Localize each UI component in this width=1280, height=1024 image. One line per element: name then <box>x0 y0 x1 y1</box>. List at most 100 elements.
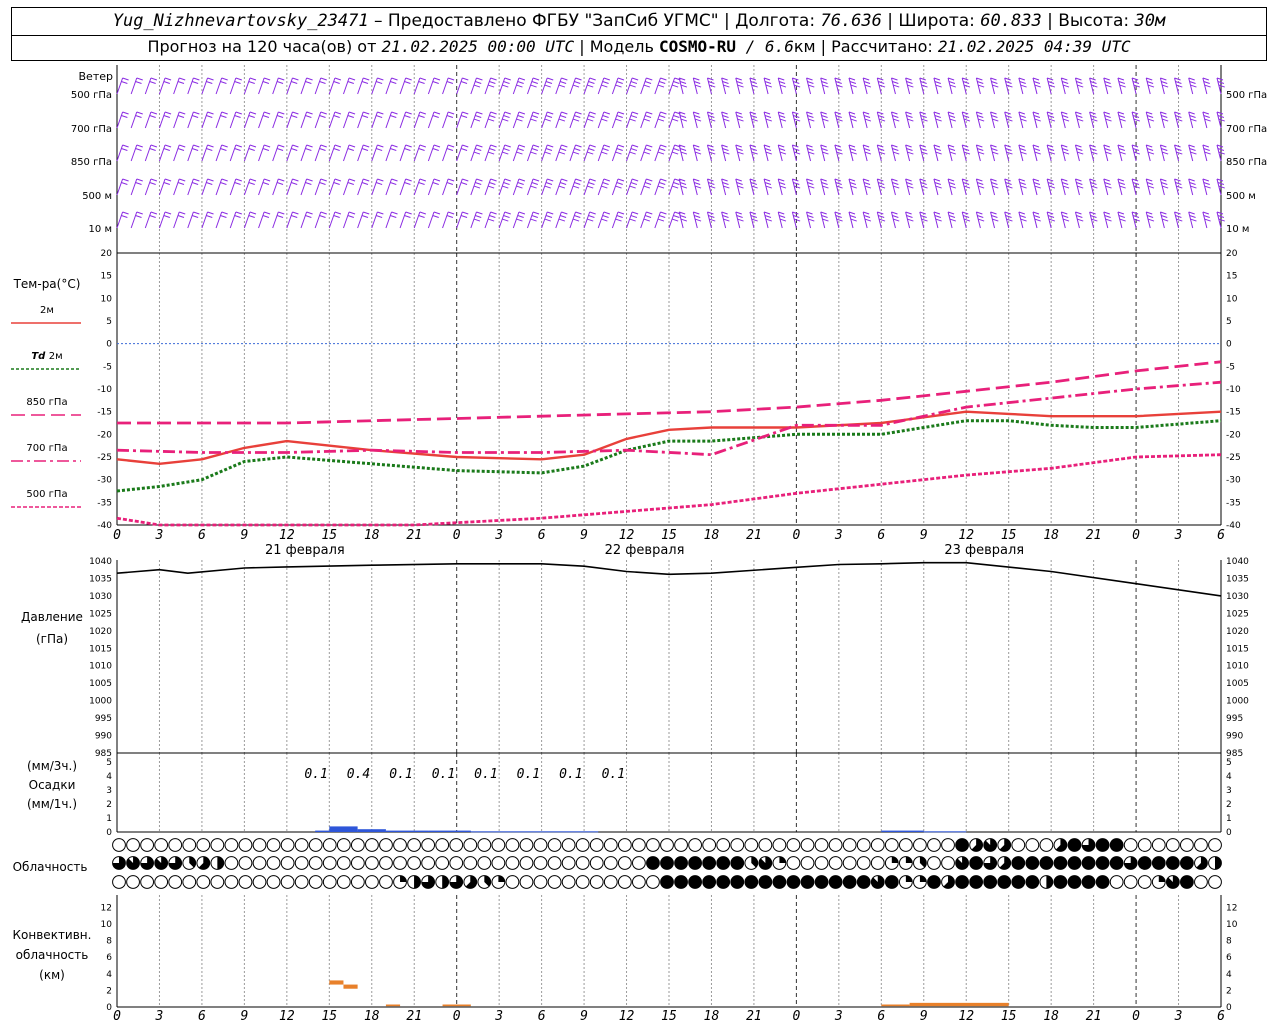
cloud-cover-icon <box>196 875 211 889</box>
wind-barb-icon <box>654 77 667 95</box>
cloud-cover-icon <box>407 838 421 852</box>
cloudiness-panel: Облачность <box>13 838 1222 889</box>
wind-barb-icon <box>668 178 681 196</box>
cloud-cover-icon <box>224 838 239 852</box>
hour-label-bottom: 21 <box>746 1009 762 1024</box>
cloud-cover-icon <box>997 875 1012 889</box>
cloud-cover-icon <box>870 838 885 852</box>
cloud-cover-icon <box>884 838 899 852</box>
wind-barb-icon <box>611 77 625 95</box>
wind-barb-icon <box>735 111 744 129</box>
cloud-cover-icon <box>238 856 253 870</box>
cloud-cover-icon <box>772 838 787 852</box>
wind-barb-icon <box>413 178 426 196</box>
wind-barb-icon <box>512 178 526 196</box>
temp-tick-left: -15 <box>97 408 112 418</box>
pressure-tick-right: 1000 <box>1226 697 1249 707</box>
cloud-cover-icon <box>955 838 969 852</box>
wind-barb-icon <box>484 111 497 129</box>
cloud-cover-icon <box>1095 856 1110 870</box>
wind-barb-icon <box>1202 144 1211 162</box>
cloud-cover-icon <box>196 856 211 870</box>
wind-barb-icon <box>187 111 200 129</box>
cloud-cover-icon <box>941 838 955 852</box>
cloud-cover-icon <box>898 856 913 870</box>
conv-tick-right: 0 <box>1226 1003 1232 1013</box>
wind-barb-icon <box>668 144 681 162</box>
wind-barb-icon <box>1103 77 1112 95</box>
precip-bar <box>428 830 471 832</box>
wind-barb-icon <box>158 211 172 229</box>
wind-barb-icon <box>158 178 172 196</box>
cloud-cover-icon <box>856 875 871 889</box>
wind-barb-icon <box>116 77 129 95</box>
wind-barb-icon <box>541 144 554 162</box>
wind-barb-icon <box>611 111 625 129</box>
precip-bar <box>385 830 429 832</box>
wind-barb-icon <box>229 211 242 229</box>
cloud-cover-icon <box>589 838 604 852</box>
hour-label: 18 <box>704 528 720 543</box>
wind-barb-icon <box>1103 111 1112 129</box>
wind-barb-icon <box>1103 211 1112 229</box>
cloud-cover-icon <box>393 856 407 870</box>
hour-label: 18 <box>364 528 380 543</box>
pressure-tick-right: 1025 <box>1226 609 1249 619</box>
wind-barb-icon <box>583 178 596 196</box>
wind-barb-icon <box>555 77 568 95</box>
day-label: 22 февраля <box>605 543 685 558</box>
conv-bar <box>442 1004 471 1007</box>
hour-label: 0 <box>453 528 461 543</box>
precip-label-3h: (мм/3ч.) <box>27 759 77 773</box>
precip-tick-right: 0 <box>1226 828 1232 838</box>
wind-barb-icon <box>862 77 872 95</box>
cloud-cover-icon <box>1081 838 1096 852</box>
cloud-cover-icon <box>913 838 927 852</box>
pressure-tick-right: 1040 <box>1226 557 1249 567</box>
hour-label: 15 <box>1001 528 1017 543</box>
cloud-cover-icon <box>997 838 1012 852</box>
wind-barb-icon <box>692 178 702 196</box>
cloud-cover-icon <box>533 838 548 852</box>
wind-barb-icon <box>1004 144 1013 162</box>
wind-level-label-right: 500 м <box>1226 191 1256 202</box>
wind-barb-icon <box>1188 77 1197 95</box>
cloud-cover-icon <box>1025 856 1040 870</box>
pressure-tick-right: 1005 <box>1226 679 1249 689</box>
wind-barb-icon <box>357 211 370 229</box>
wind-barb-icon <box>314 144 327 162</box>
wind-barb-icon <box>890 144 900 162</box>
wind-barb-icon <box>1018 178 1027 196</box>
pressure-tick-left: 1020 <box>89 627 112 637</box>
wind-barb-icon <box>314 178 327 196</box>
cloud-cover-icon <box>252 838 267 852</box>
cloud-cover-icon <box>898 838 913 852</box>
cloud-cover-icon <box>716 838 731 852</box>
cloud-cover-icon <box>800 875 815 889</box>
wind-barb-icon <box>413 144 426 162</box>
cloud-cover-icon <box>674 838 688 852</box>
wind-barb-icon <box>820 144 829 162</box>
cloud-cover-icon <box>421 856 436 870</box>
wind-barb-icon <box>456 144 469 162</box>
axis-labels: 0 3 6 9 12 15 18 21 0 3 6 9 12 15 18 21 0 3 6 9 12 15 18 21 0 3 6 2… <box>113 528 1225 1024</box>
wind-barb-icon <box>300 144 313 162</box>
wind-barb-icon <box>300 178 313 196</box>
wind-barb-icon <box>413 111 426 129</box>
wind-barb-icon <box>975 77 985 95</box>
wind-barb-icon <box>1032 211 1041 229</box>
hour-label: 21 <box>746 528 762 543</box>
wind-barb-icon <box>735 211 744 229</box>
wind-barb-icon <box>626 77 639 95</box>
cloud-cover-icon <box>1109 856 1124 870</box>
wind-barb-icon <box>328 111 342 129</box>
wind-barb-icon <box>357 178 370 196</box>
wind-barb-icon <box>215 144 228 162</box>
cloud-cover-icon <box>561 838 576 852</box>
pressure-tick-right: 990 <box>1226 732 1243 742</box>
hour-label: 12 <box>619 528 635 543</box>
wind-level-label-left: 500 м <box>82 191 112 202</box>
hour-label-bottom: 3 <box>494 1009 503 1024</box>
wind-barb-icon <box>342 211 356 229</box>
wind-barb-icon <box>1032 144 1041 162</box>
